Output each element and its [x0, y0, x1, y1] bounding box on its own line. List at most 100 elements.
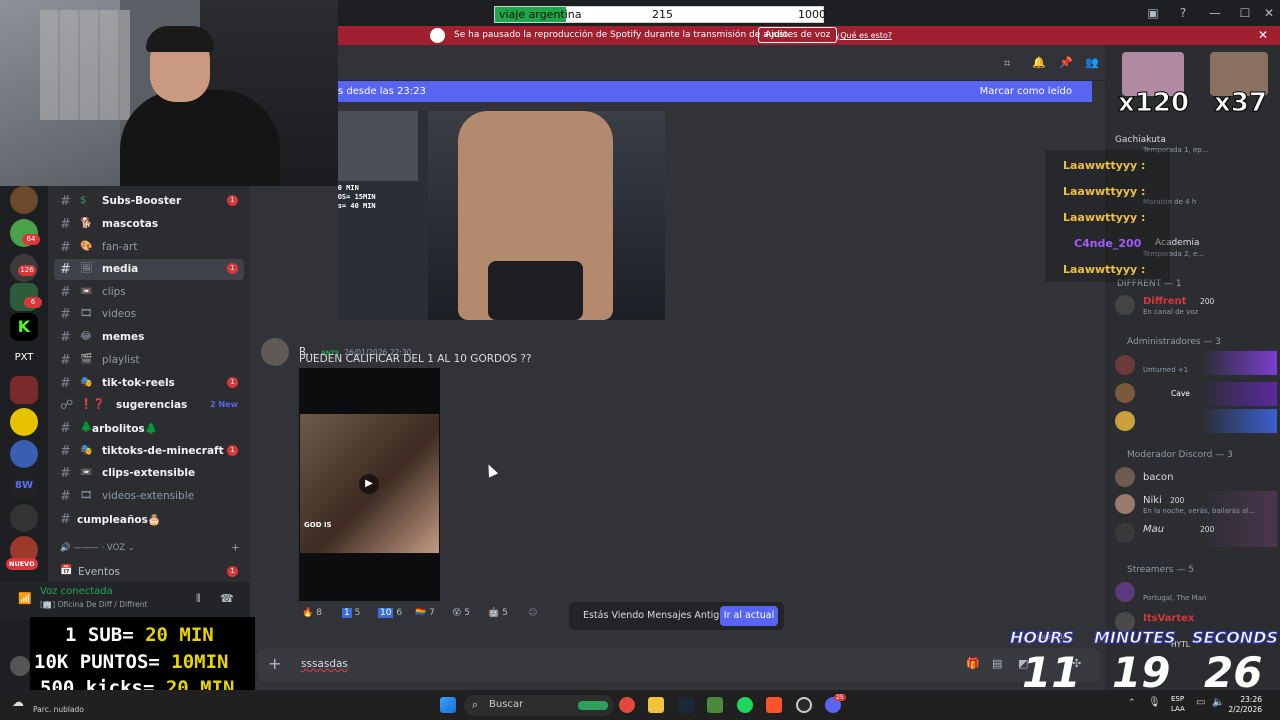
- voice-channel[interactable]: [🏢] Oficina De Diff / Diffrent: [40, 600, 148, 609]
- member-item[interactable]: Unturned +1: [1115, 355, 1275, 379]
- network-icon[interactable]: ▭: [1196, 697, 1205, 708]
- new-messages-bar[interactable]: s desde las 23:23 Marcar como leído: [338, 81, 1092, 102]
- message-avatar[interactable]: [261, 338, 289, 366]
- member-item[interactable]: Diffrent 200 En canal de voz: [1115, 295, 1275, 319]
- spotify-taskbar-icon[interactable]: [737, 697, 753, 713]
- noise-suppression-icon[interactable]: ⫴: [196, 592, 201, 606]
- server-icon[interactable]: [10, 376, 38, 404]
- hash-icon: #: [60, 240, 71, 255]
- add-reaction-icon[interactable]: ☺: [528, 608, 537, 624]
- file-explorer-icon[interactable]: [648, 697, 664, 713]
- channel-tiktoks-de-minecraft[interactable]: # 🎭 tiktoks-de-minecraft 1: [48, 441, 244, 462]
- member-top-entry[interactable]: Gachiakuta: [1115, 135, 1166, 145]
- kick-server-icon[interactable]: K: [10, 313, 38, 341]
- member-item[interactable]: [1115, 411, 1275, 435]
- donation-progress-bar: viaje argentina 215 1000: [494, 6, 826, 23]
- server-icon[interactable]: [10, 440, 38, 468]
- clock-time[interactable]: 23:26: [1222, 695, 1262, 704]
- disconnect-icon[interactable]: ☎: [220, 592, 234, 605]
- chrome-icon[interactable]: [619, 697, 635, 713]
- server-icon[interactable]: [10, 408, 38, 436]
- section-header: Administradores — 3: [1127, 337, 1222, 347]
- mic-icon[interactable]: 🎙: [1148, 697, 1161, 708]
- search-highlight-image: [578, 701, 608, 710]
- minecraft-icon[interactable]: [707, 697, 723, 713]
- member-item[interactable]: Portugal, The Man: [1115, 582, 1275, 606]
- image-attachment[interactable]: 1 SUB= 40 MIN 10K PUNTOS= 15MIN 500 kick…: [338, 111, 665, 320]
- member-status: En la noche, verás, bailarás al...: [1143, 507, 1255, 515]
- plus-icon[interactable]: +: [268, 654, 281, 673]
- weather-icon[interactable]: ☁: [12, 695, 24, 709]
- channel-mascotas[interactable]: # 🐕 mascotas: [48, 214, 244, 235]
- channel-subs-booster[interactable]: # $ Subs-Booster 1: [48, 191, 244, 212]
- server-pxt[interactable]: PXT: [10, 344, 38, 372]
- voice-category[interactable]: 🔊 ——— · VOZ ⌄ +: [60, 541, 240, 554]
- add-channel-icon[interactable]: +: [231, 541, 240, 554]
- channel-tik-tok-reels[interactable]: # 🎭 tik-tok-reels 1: [48, 373, 244, 394]
- reaction[interactable]: 😵 5: [452, 608, 470, 624]
- chevron-up-icon[interactable]: ⌃: [1128, 698, 1136, 708]
- language-code[interactable]: ESP: [1171, 695, 1184, 703]
- minimize-icon[interactable]: —: [1206, 4, 1224, 22]
- pin-icon[interactable]: 📌: [1059, 56, 1073, 69]
- weather-text[interactable]: Parc. nublado: [33, 705, 84, 714]
- members-icon[interactable]: 👥: [1085, 56, 1099, 69]
- channel-videos[interactable]: # 🎞 videos: [48, 304, 244, 325]
- member-item[interactable]: bacon: [1115, 467, 1275, 491]
- channel-cumpleanos[interactable]: # cumpleaños🎂: [48, 509, 244, 530]
- jump-to-present-button[interactable]: Ir al actual: [720, 606, 778, 626]
- gift-icon[interactable]: 🎁: [966, 657, 980, 670]
- help-icon[interactable]: ?: [1174, 4, 1192, 22]
- reaction[interactable]: 🔥 8: [302, 608, 322, 624]
- channel-media[interactable]: # 🖼 media 1: [54, 259, 244, 280]
- what-is-this-link[interactable]: ¿Qué es esto?: [836, 31, 892, 40]
- obs-icon[interactable]: [796, 697, 812, 713]
- server-icon[interactable]: 8W: [10, 472, 38, 500]
- steam-icon[interactable]: [678, 697, 694, 713]
- language-layout[interactable]: LAA: [1171, 705, 1185, 713]
- reaction[interactable]: 10 6: [378, 608, 402, 624]
- user-avatar[interactable]: [10, 656, 30, 676]
- channel-name: clips-extensible: [102, 467, 196, 479]
- clock-date[interactable]: 2/2/2026: [1222, 705, 1262, 714]
- member-item[interactable]: Niki 200 En la noche, verás, bailarás al…: [1115, 494, 1275, 518]
- play-icon[interactable]: ▶: [359, 474, 379, 494]
- gif-icon[interactable]: ▤: [992, 657, 1002, 670]
- channel-playlist[interactable]: # 🎬 playlist: [48, 350, 244, 371]
- inbox-icon[interactable]: ▣: [1144, 4, 1162, 22]
- avatar: [1115, 582, 1135, 602]
- brave-icon[interactable]: [766, 697, 782, 713]
- taskbar-search[interactable]: ⌕ Buscar: [464, 695, 614, 716]
- channel-videos-extensible[interactable]: # 🎞 videos-extensible: [48, 486, 244, 507]
- threads-icon[interactable]: ⌗: [1004, 57, 1010, 71]
- channel-arbolitos[interactable]: # 🌲 arbolitos🌲: [48, 418, 244, 439]
- channel-memes[interactable]: # 😂 memes: [48, 327, 244, 348]
- reaction[interactable]: 1 5: [342, 608, 360, 624]
- server-icon[interactable]: [10, 186, 38, 214]
- reaction[interactable]: 🏳‍🌈 7: [415, 608, 435, 624]
- maximize-icon[interactable]: ☐: [1236, 4, 1254, 22]
- avatar: [1115, 467, 1135, 487]
- reaction[interactable]: 🤖 5: [488, 608, 508, 624]
- events-item[interactable]: 📅 Eventos 1: [48, 562, 244, 583]
- channel-sugerencias[interactable]: ☍ ❗❓ sugerencias 2 New: [48, 395, 244, 416]
- voice-status[interactable]: Voz conectada: [40, 586, 113, 597]
- channel-clips[interactable]: # 📼 clips: [48, 282, 244, 303]
- reaction-emoji: 🔥: [302, 608, 314, 618]
- message-composer[interactable]: + sssasdas 🎁 ▤ ◩ ✣: [258, 648, 1100, 682]
- reaction-emoji: 🏳‍🌈: [415, 608, 427, 618]
- start-icon[interactable]: [440, 697, 456, 713]
- voice-settings-button[interactable]: Ajustes de voz: [758, 27, 838, 43]
- channel-fan-art[interactable]: # 🎨 fan-art: [48, 237, 244, 258]
- close-icon[interactable]: ✕: [1258, 28, 1268, 42]
- member-item[interactable]: Mau 200: [1115, 523, 1275, 547]
- close-window-icon[interactable]: ✕: [1260, 4, 1278, 22]
- megaphone-icon: 🔊 ——— ·: [60, 543, 107, 553]
- mark-as-read-button[interactable]: Marcar como leído: [980, 86, 1072, 97]
- bell-icon[interactable]: 🔔: [1032, 56, 1046, 69]
- video-attachment[interactable]: ▶ GOD IS: [299, 368, 440, 601]
- server-icon[interactable]: [10, 504, 38, 532]
- message-input[interactable]: sssasdas: [301, 658, 348, 670]
- channel-clips-extensible[interactable]: # 📼 clips-extensible: [48, 463, 244, 484]
- member-item[interactable]: Cave: [1115, 383, 1275, 407]
